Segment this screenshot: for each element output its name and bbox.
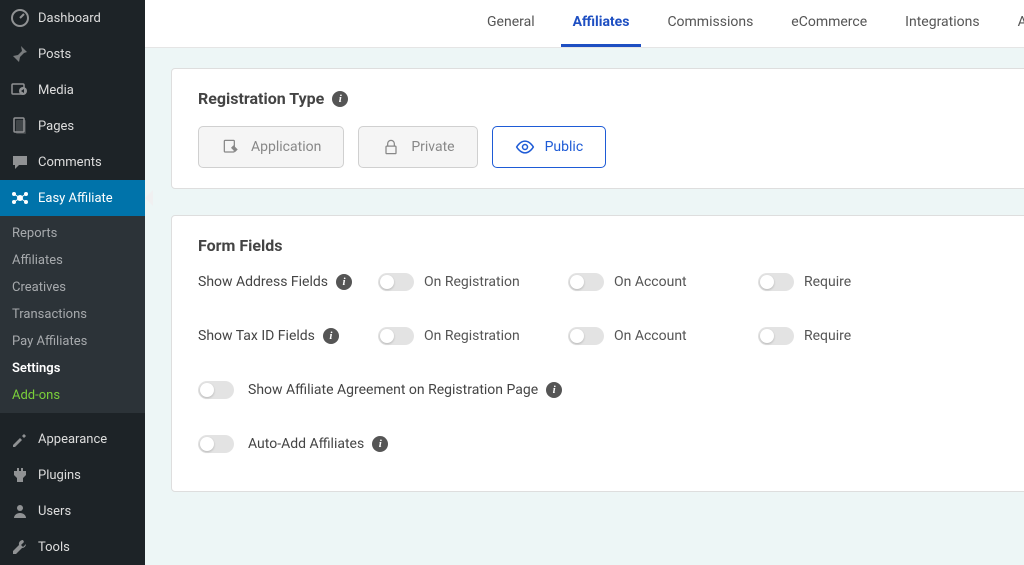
field-label: Auto-Add Affiliates xyxy=(248,436,364,452)
comments-icon xyxy=(10,152,30,172)
sidebar-item-media[interactable]: Media xyxy=(0,72,145,108)
submenu-item-reports[interactable]: Reports xyxy=(0,220,145,247)
field-label: Show Tax ID Fields xyxy=(198,328,315,344)
toggle-label: On Registration xyxy=(424,274,520,290)
submenu-item-affiliates[interactable]: Affiliates xyxy=(0,247,145,274)
tab-ecommerce[interactable]: eCommerce xyxy=(779,0,879,47)
submenu-item-settings[interactable]: Settings xyxy=(0,355,145,382)
toggle-autoadd[interactable] xyxy=(198,435,234,453)
sidebar-item-label: Easy Affiliate xyxy=(38,191,113,206)
submenu-item-pay-affiliates[interactable]: Pay Affiliates xyxy=(0,328,145,355)
submenu-item-creatives[interactable]: Creatives xyxy=(0,274,145,301)
tools-icon xyxy=(10,537,30,557)
registration-type-panel: Registration Type i Application Private … xyxy=(171,68,1024,189)
tab-integrations[interactable]: Integrations xyxy=(893,0,991,47)
toggle-label: Require xyxy=(804,274,851,290)
sidebar-item-label: Media xyxy=(38,83,74,98)
toggle-taxid-account[interactable] xyxy=(568,327,604,345)
sidebar-item-label: Dashboard xyxy=(38,11,101,26)
submenu-item-transactions[interactable]: Transactions xyxy=(0,301,145,328)
appearance-icon xyxy=(10,429,30,449)
field-row-address: Show Address Fields i On Registration On… xyxy=(198,255,1024,309)
sidebar-item-easy-affiliate[interactable]: Easy Affiliate xyxy=(0,180,145,216)
option-label: Application xyxy=(251,139,321,155)
sidebar-item-appearance[interactable]: Appearance xyxy=(0,421,145,457)
toggle-address-require[interactable] xyxy=(758,273,794,291)
toggle-taxid-require[interactable] xyxy=(758,327,794,345)
sidebar-item-label: Appearance xyxy=(38,432,107,447)
admin-sidebar: Dashboard Posts Media Pages Comments Eas… xyxy=(0,0,145,565)
tab-commissions[interactable]: Commissions xyxy=(655,0,765,47)
content-area: General Affiliates Commissions eCommerce… xyxy=(145,0,1024,565)
panel-title: Registration Type i xyxy=(198,89,1024,108)
field-row-agreement: Show Affiliate Agreement on Registration… xyxy=(198,363,1024,417)
sidebar-item-posts[interactable]: Posts xyxy=(0,36,145,72)
toggle-label: On Registration xyxy=(424,328,520,344)
toggle-taxid-registration[interactable] xyxy=(378,327,414,345)
toggle-label: On Account xyxy=(614,274,687,290)
info-icon[interactable]: i xyxy=(332,91,348,107)
sidebar-item-plugins[interactable]: Plugins xyxy=(0,457,145,493)
tab-advanced[interactable]: Advanced xyxy=(1006,0,1024,47)
eye-icon xyxy=(515,137,535,157)
dashboard-icon xyxy=(10,8,30,28)
affiliate-icon xyxy=(10,188,30,208)
registration-type-public[interactable]: Public xyxy=(492,126,607,168)
panel-title: Form Fields xyxy=(198,236,1024,255)
panel-title-text: Registration Type xyxy=(198,89,324,108)
registration-type-application[interactable]: Application xyxy=(198,126,344,168)
sidebar-item-comments[interactable]: Comments xyxy=(0,144,145,180)
sidebar-item-label: Posts xyxy=(38,47,71,62)
sidebar-separator xyxy=(0,413,145,421)
info-icon[interactable]: i xyxy=(372,436,388,452)
pages-icon xyxy=(10,116,30,136)
info-icon[interactable]: i xyxy=(336,274,352,290)
toggle-address-account[interactable] xyxy=(568,273,604,291)
sidebar-item-label: Tools xyxy=(38,540,70,555)
submenu-item-add-ons[interactable]: Add-ons xyxy=(0,382,145,409)
field-row-taxid: Show Tax ID Fields i On Registration On … xyxy=(198,309,1024,363)
field-label: Show Affiliate Agreement on Registration… xyxy=(248,382,538,398)
info-icon[interactable]: i xyxy=(323,328,339,344)
sidebar-item-label: Pages xyxy=(38,119,74,134)
application-icon xyxy=(221,137,241,157)
media-icon xyxy=(10,80,30,100)
sidebar-item-label: Comments xyxy=(38,155,102,170)
sidebar-item-dashboard[interactable]: Dashboard xyxy=(0,0,145,36)
registration-type-private[interactable]: Private xyxy=(358,126,477,168)
toggle-address-registration[interactable] xyxy=(378,273,414,291)
option-label: Public xyxy=(545,139,584,155)
form-fields-panel: Form Fields Show Address Fields i On Reg… xyxy=(171,215,1024,492)
users-icon xyxy=(10,501,30,521)
settings-tabs: General Affiliates Commissions eCommerce… xyxy=(145,0,1024,48)
sidebar-item-pages[interactable]: Pages xyxy=(0,108,145,144)
sidebar-item-users[interactable]: Users xyxy=(0,493,145,529)
sidebar-submenu: Reports Affiliates Creatives Transaction… xyxy=(0,216,145,413)
sidebar-item-label: Plugins xyxy=(38,468,81,483)
lock-icon xyxy=(381,137,401,157)
tab-general[interactable]: General xyxy=(475,0,547,47)
info-icon[interactable]: i xyxy=(546,382,562,398)
toggle-label: Require xyxy=(804,328,851,344)
tab-affiliates[interactable]: Affiliates xyxy=(561,0,642,47)
toggle-agreement[interactable] xyxy=(198,381,234,399)
field-row-autoadd: Auto-Add Affiliates i xyxy=(198,417,1024,471)
sidebar-item-label: Users xyxy=(38,504,71,519)
plugins-icon xyxy=(10,465,30,485)
option-label: Private xyxy=(411,139,454,155)
panel-title-text: Form Fields xyxy=(198,236,282,255)
pin-icon xyxy=(10,44,30,64)
toggle-label: On Account xyxy=(614,328,687,344)
field-label: Show Address Fields xyxy=(198,274,328,290)
sidebar-item-tools[interactable]: Tools xyxy=(0,529,145,565)
